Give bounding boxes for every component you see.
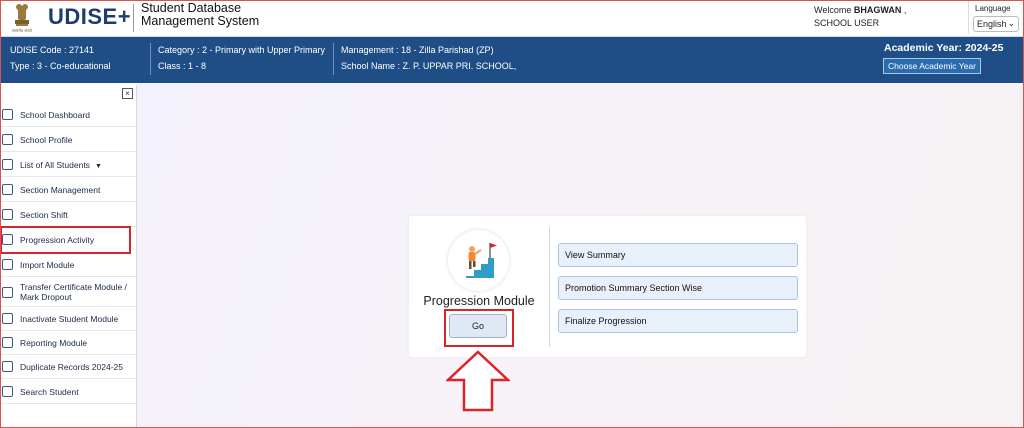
close-icon[interactable]: × [122,88,133,99]
system-name: Student Database Management System [141,2,281,28]
user-name: BHAGWAN [853,5,902,15]
sidebar-item-school-profile[interactable]: School Profile [0,128,136,152]
go-button[interactable]: Go [449,314,507,338]
school-name: School Name : Z. P. UPPAR PRI. SCHOOL, [341,61,517,71]
sidebar-item-inactivate-student[interactable]: Inactivate Student Module [0,307,136,331]
sidebar-item-label: Progression Activity [20,235,95,245]
sidebar-item-label: Section Management [20,185,101,195]
dashboard-icon [2,109,13,120]
header-divider [133,4,134,32]
choose-academic-year-button[interactable]: Choose Academic Year [883,58,981,74]
school-info-bar: UDISE Code : 27141 Type : 3 - Co-educati… [0,37,1024,83]
sidebar-item-search-student[interactable]: Search Student [0,380,136,404]
sidebar-item-label: Reporting Module [20,338,88,348]
progression-icon [2,234,13,245]
sidebar-item-reporting-module[interactable]: Reporting Module [0,331,136,355]
national-emblem-icon: सत्यमेव जयते [12,4,33,33]
language-label: Language [975,4,1011,13]
language-box: Language English ⌄ [968,1,1020,34]
sidebar-item-label: Section Shift [20,210,68,220]
sidebar-item-school-dashboard[interactable]: School Dashboard [0,103,136,127]
progression-module-icon [448,230,509,291]
certificate-icon [2,287,13,298]
import-icon [2,259,13,270]
info-separator [333,43,334,75]
climbing-stairs-icon [466,243,497,278]
sidebar-item-section-management[interactable]: Section Management [0,178,136,202]
sidebar-item-label: Inactivate Student Module [20,314,119,324]
search-icon [2,386,13,397]
caret-down-icon: ▼ [94,163,102,170]
view-summary-button[interactable]: View Summary [558,243,798,267]
card-divider [549,227,550,347]
module-title: Progression Module [423,294,535,308]
system-name-line2: Management System [141,14,260,28]
finalize-progression-button[interactable]: Finalize Progression [558,309,798,333]
sidebar-item-label: Search Student [20,387,79,397]
sidebar-item-label: Import Module [20,260,75,270]
school-class: Class : 1 - 8 [158,61,207,71]
sidebar-item-duplicate-records[interactable]: Duplicate Records 2024-25 [0,355,136,379]
welcome-prefix: Welcome [814,5,852,15]
logo-plus: + [117,4,132,29]
user-role: SCHOOL USER [814,18,880,28]
profile-icon [2,134,13,145]
users-icon [2,209,13,220]
udise-logo[interactable]: UDISE+ [48,4,131,30]
sidebar-item-list-of-all-students[interactable]: List of All Students ▼ [0,153,136,177]
top-header: सत्यमेव जयते UDISE+ Student Database Man… [0,0,1024,37]
up-arrow-annotation-icon [446,350,510,412]
sidebar-item-label: Duplicate Records 2024-25 [20,362,124,372]
logo-text: UDISE [48,4,118,29]
school-type: Type : 3 - Co-educational [10,61,111,71]
duplicate-icon [2,361,13,372]
language-select[interactable]: English ⌄ [973,16,1019,32]
emblem-caption: सत्यमेव जयते [12,28,32,33]
list-icon [2,159,13,170]
language-selected: English [977,19,1007,29]
sidebar-item-label: School Profile [20,135,73,145]
sidebar-item-import-module[interactable]: Import Module [0,253,136,277]
sidebar-item-label: School Dashboard [20,110,90,120]
promotion-summary-section-wise-button[interactable]: Promotion Summary Section Wise [558,276,798,300]
user-icon [2,313,13,324]
academic-year: Academic Year: 2024-25 [884,42,1004,54]
sidebar-item-transfer-certificate[interactable]: Transfer Certificate Module / Mark Dropo… [0,278,136,307]
welcome-user: Welcome BHAGWAN , SCHOOL USER [814,5,907,28]
info-separator [150,43,151,75]
sidebar-item-label: List of All Students ▼ [20,160,102,170]
sidebar: × School Dashboard School Profile List o… [0,85,137,428]
sidebar-item-label: Transfer Certificate Module / Mark Dropo… [20,282,127,302]
sidebar-item-progression-activity[interactable]: Progression Activity [0,226,131,254]
chevron-down-icon: ⌄ [1007,18,1015,28]
report-icon [2,337,13,348]
sidebar-item-section-shift[interactable]: Section Shift [0,203,136,227]
gear-icon [2,184,13,195]
